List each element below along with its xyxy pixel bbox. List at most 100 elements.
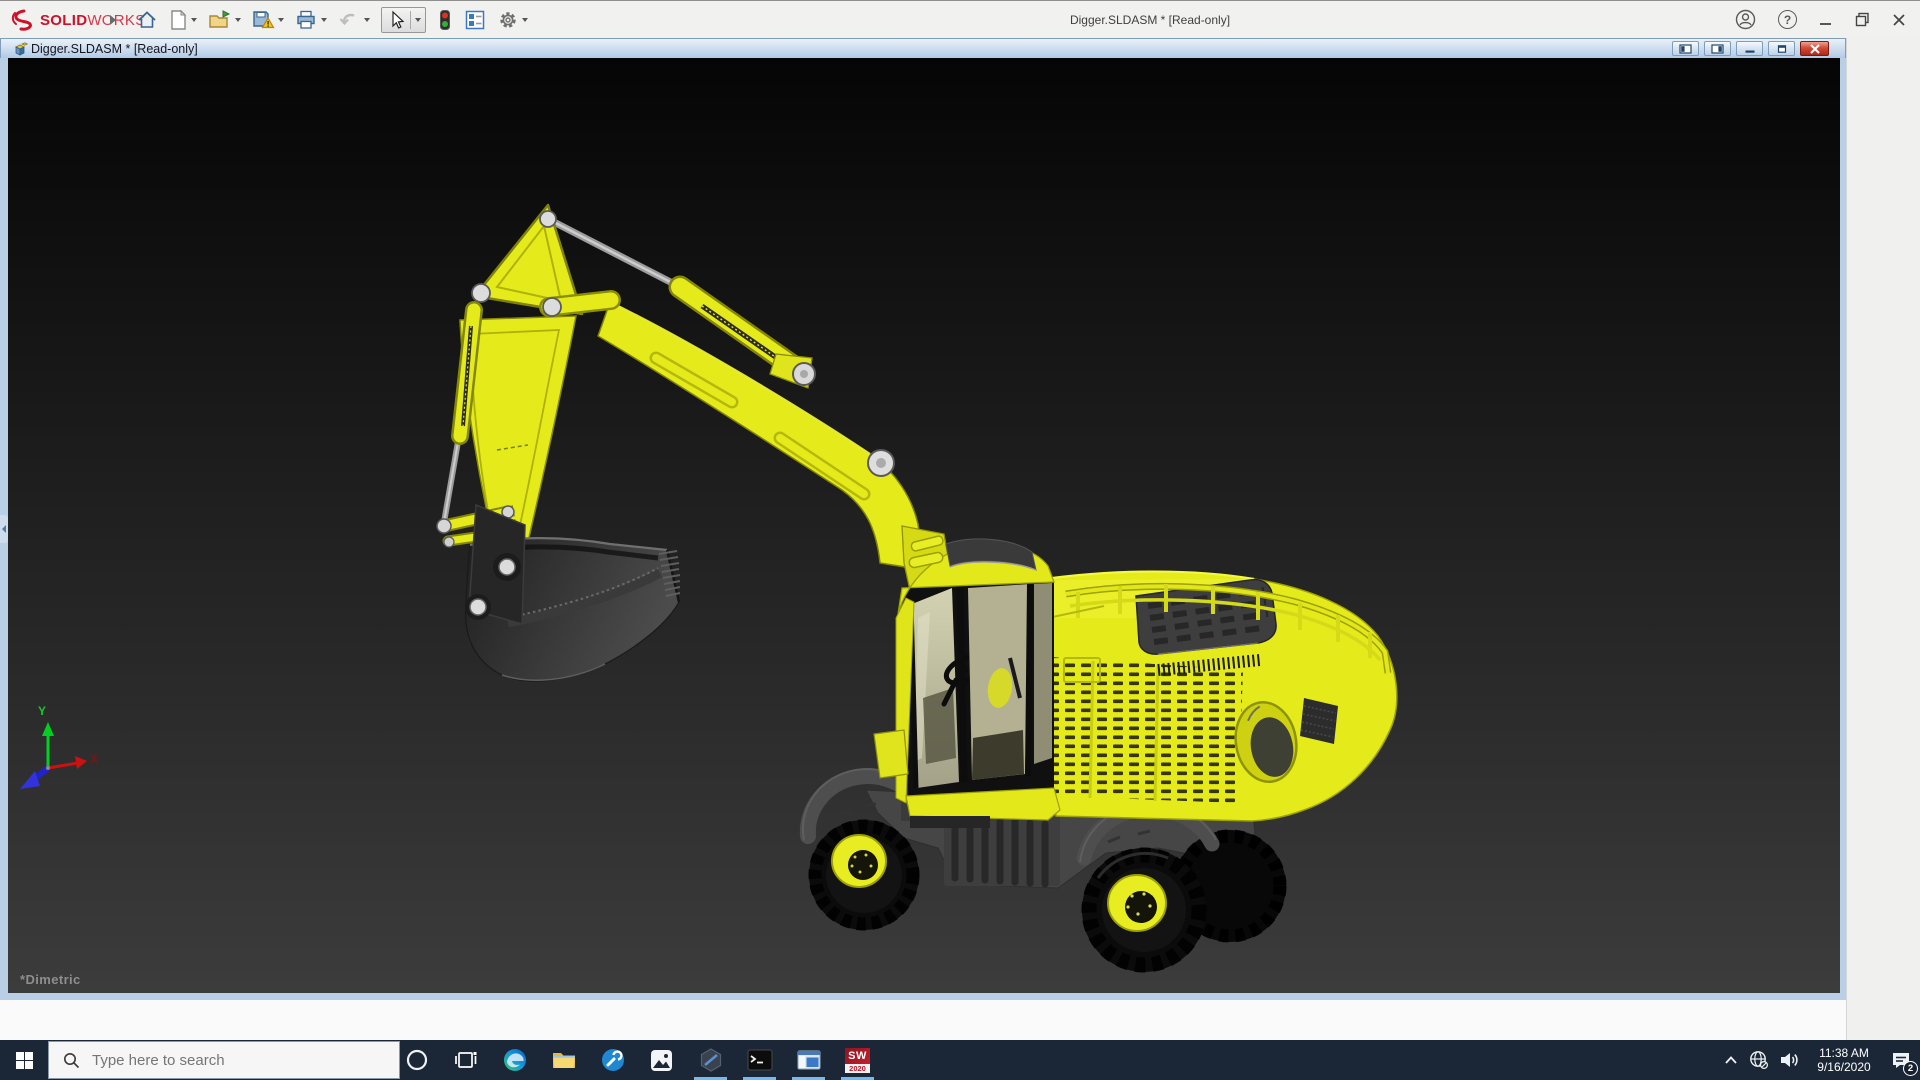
document-close-button[interactable]: [1800, 41, 1829, 56]
cortana-icon: [406, 1049, 427, 1071]
task-view-button[interactable]: [441, 1040, 490, 1080]
start-button[interactable]: [0, 1040, 48, 1080]
excavator-body: [1036, 570, 1398, 822]
hexagon-app-icon: [700, 1048, 721, 1072]
command-prompt-button[interactable]: [735, 1040, 784, 1080]
minimize-button[interactable]: [1819, 13, 1833, 27]
show-left-pane-button[interactable]: [1672, 41, 1699, 56]
open-button[interactable]: [208, 9, 241, 31]
select-tool-dropdown[interactable]: [415, 18, 421, 22]
close-button[interactable]: [1892, 13, 1906, 27]
orientation-triad: [20, 722, 87, 789]
quick-access-toolbar: [136, 5, 528, 35]
collapsed-panel-tab[interactable]: [0, 515, 8, 543]
volume-button[interactable]: [1774, 1050, 1806, 1070]
select-tool-divider: [410, 11, 411, 29]
task-view-icon: [454, 1052, 476, 1068]
app-titlebar: SOLIDWORKS Digger.SLDASM * [Read-only] ?: [0, 0, 1920, 38]
collapse-arrow-icon: [2, 525, 6, 533]
excavator-arm: [436, 203, 925, 571]
taskbar-search-input[interactable]: [90, 1050, 374, 1070]
graphics-viewport[interactable]: Y X *Dimetric: [8, 58, 1840, 993]
print-button[interactable]: [295, 9, 327, 31]
status-bar: [0, 1000, 1846, 1040]
cortana-button[interactable]: [392, 1040, 441, 1080]
open-folder-icon: [209, 10, 231, 28]
new-document-button[interactable]: [169, 9, 197, 31]
command-prompt-icon: [747, 1049, 772, 1071]
rebuild-button[interactable]: [437, 9, 453, 31]
restore-button[interactable]: [1855, 12, 1870, 27]
solidworks-logo: SOLIDWORKS: [10, 8, 146, 32]
options-gear-icon: [500, 12, 516, 28]
photos-button[interactable]: [637, 1040, 686, 1080]
undo-button[interactable]: [338, 9, 370, 31]
clock-time: 11:38 AM: [1819, 1046, 1869, 1060]
document-restore-button[interactable]: [1768, 41, 1795, 56]
undo-icon: [339, 13, 355, 26]
window-controls: ?: [1735, 9, 1906, 30]
document-window-buttons: [1672, 41, 1829, 56]
speaker-icon: [1781, 1053, 1798, 1067]
app-window-button[interactable]: [784, 1040, 833, 1080]
system-tray: 11:38 AM 9/16/2020 2: [1718, 1040, 1920, 1080]
select-tool-button[interactable]: [381, 7, 426, 33]
solidworks-logo-text: SOLIDWORKS: [40, 11, 146, 29]
options-button[interactable]: [497, 9, 528, 31]
file-properties-icon: [465, 10, 485, 30]
solidworks-window: SOLIDWORKS Digger.SLDASM * [Read-only] ?…: [0, 0, 1920, 1080]
user-account-icon[interactable]: [1735, 9, 1756, 30]
taskbar-clock[interactable]: 11:38 AM 9/16/2020: [1812, 1046, 1876, 1074]
home-icon: [138, 11, 156, 28]
action-center-button[interactable]: 2: [1882, 1040, 1920, 1080]
rebuild-traffic-light-icon: [440, 10, 450, 30]
document-titlebar[interactable]: Digger.SLDASM * [Read-only]: [0, 38, 1846, 58]
notification-badge: 2: [1903, 1061, 1918, 1076]
file-explorer-button[interactable]: [539, 1040, 588, 1080]
help-icon[interactable]: ?: [1778, 10, 1797, 29]
taskbar-apps: SW 2020: [392, 1040, 882, 1080]
document-title: Digger.SLDASM * [Read-only]: [31, 42, 198, 56]
file-explorer-icon: [552, 1053, 575, 1068]
app-window-icon: [797, 1050, 820, 1070]
show-right-pane-button[interactable]: [1704, 41, 1731, 56]
file-properties-button[interactable]: [464, 9, 486, 31]
triad-y-label: Y: [38, 704, 47, 718]
hexagon-app-button[interactable]: [686, 1040, 735, 1080]
document-border-bottom: [0, 993, 1846, 1000]
task-pane-gutter: [1846, 38, 1920, 1040]
clock-date: 9/16/2020: [1817, 1060, 1871, 1074]
toolbar-expand-arrow[interactable]: [110, 15, 116, 25]
excavator-cab: [873, 535, 1061, 828]
print-icon: [297, 10, 315, 29]
undo-dropdown[interactable]: [364, 18, 370, 22]
save-icon: [253, 11, 275, 29]
excavator-model: [20, 203, 1398, 973]
new-document-icon: [171, 9, 187, 30]
network-status-button[interactable]: [1744, 1050, 1774, 1070]
globe-network-icon: [1750, 1051, 1769, 1070]
solidworks-taskbar-button[interactable]: SW 2020: [833, 1040, 882, 1080]
edge-icon: [503, 1049, 526, 1071]
triad-x-label: X: [90, 752, 99, 766]
home-button[interactable]: [136, 9, 158, 31]
wrench-circle-icon: [601, 1049, 624, 1071]
search-icon: [64, 1052, 80, 1068]
settings-tool-button[interactable]: [588, 1040, 637, 1080]
assembly-document-icon: [15, 42, 28, 56]
edge-button[interactable]: [490, 1040, 539, 1080]
document-minimize-button[interactable]: [1736, 41, 1763, 56]
open-dropdown[interactable]: [235, 18, 241, 22]
chevron-up-icon: [1725, 1056, 1737, 1064]
excavator-bucket: [464, 503, 681, 682]
view-orientation-label: *Dimetric: [20, 972, 81, 987]
tray-chevron-button[interactable]: [1718, 1055, 1744, 1065]
save-button[interactable]: [252, 9, 284, 31]
print-dropdown[interactable]: [321, 18, 327, 22]
windows-logo-icon: [15, 1051, 33, 1069]
solidworks-logo-mark: [11, 9, 32, 31]
save-dropdown[interactable]: [278, 18, 284, 22]
taskbar-search[interactable]: [48, 1041, 400, 1079]
new-document-dropdown[interactable]: [191, 18, 197, 22]
options-dropdown[interactable]: [522, 18, 528, 22]
